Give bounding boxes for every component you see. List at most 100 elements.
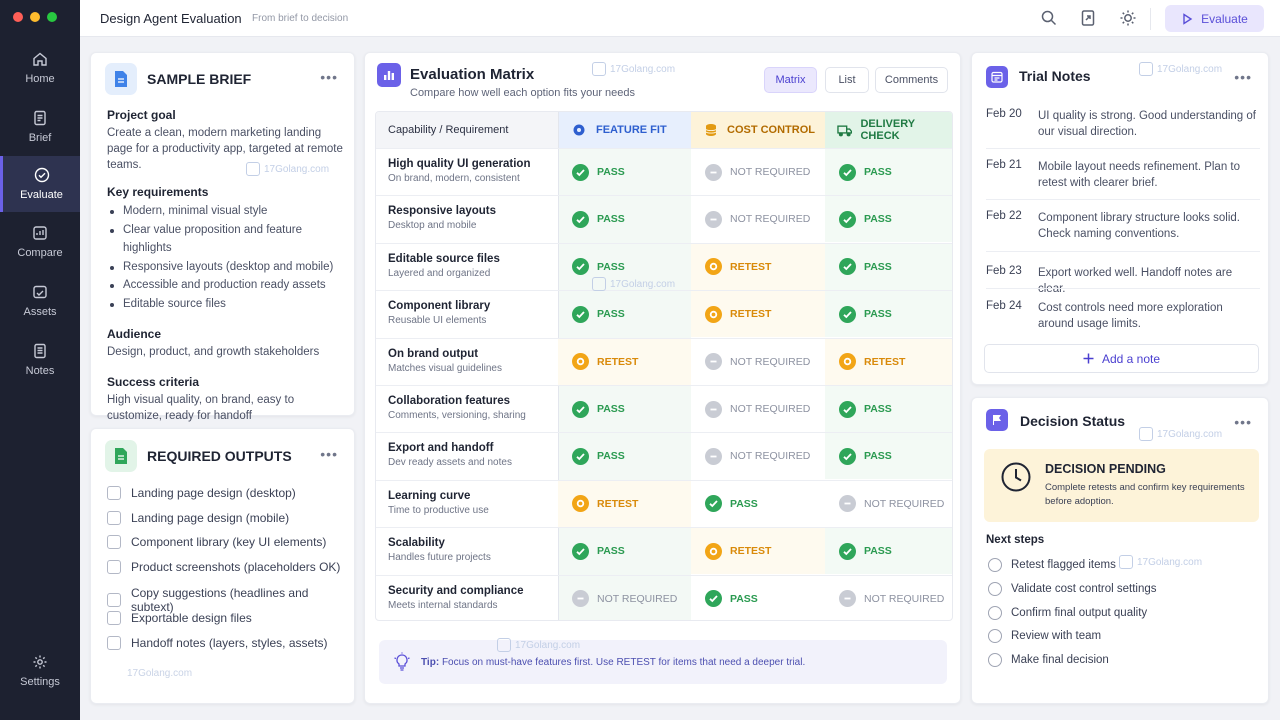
output-checkbox-item[interactable]: Component library (key UI elements) xyxy=(107,535,326,549)
requirement-subtitle: Time to productive use xyxy=(388,504,489,516)
checkbox[interactable] xyxy=(107,611,121,625)
sidebar-item-notes[interactable]: Notes xyxy=(0,332,80,388)
more-options-icon[interactable]: ••• xyxy=(1234,69,1252,85)
checkbox[interactable] xyxy=(107,593,121,607)
table-row: High quality UI generation On brand, mode… xyxy=(376,148,952,195)
requirement-subtitle: Layered and organized xyxy=(388,267,491,279)
checkbox[interactable] xyxy=(107,560,121,574)
table-row: On brand output Matches visual guidelines… xyxy=(376,337,952,385)
add-note-button[interactable]: Add a note xyxy=(984,344,1259,373)
next-steps-heading: Next steps xyxy=(986,534,1045,546)
export-icon[interactable] xyxy=(1079,9,1097,27)
status-cell[interactable]: RETEST xyxy=(558,480,691,527)
table-row: Component library Reusable UI elements PAS… xyxy=(376,290,952,338)
status-label: PASS xyxy=(864,213,892,226)
status-cell[interactable]: NOT REQUIRED xyxy=(691,196,825,242)
output-checkbox-item[interactable]: Product screenshots (placeholders OK) xyxy=(107,560,340,574)
output-checkbox-item[interactable]: Copy suggestions (headlines and subtext) xyxy=(107,586,354,614)
close-window-button[interactable] xyxy=(13,12,23,22)
evaluate-button[interactable]: Evaluate xyxy=(1165,5,1264,32)
tab-comments[interactable]: Comments xyxy=(875,67,948,93)
sidebar-item-compare[interactable]: Compare xyxy=(0,214,80,270)
sidebar: Home Brief Evaluate Compare Assets Notes… xyxy=(0,0,80,720)
radio-button[interactable] xyxy=(988,653,1002,667)
checkbox[interactable] xyxy=(107,535,121,549)
output-label: Handoff notes (layers, styles, assets) xyxy=(131,636,328,650)
sidebar-item-label: Evaluate xyxy=(20,189,63,201)
status-cell[interactable]: PASS xyxy=(825,243,952,290)
sidebar-item-brief[interactable]: Brief xyxy=(0,99,80,155)
minimize-window-button[interactable] xyxy=(30,12,40,22)
theme-toggle-icon[interactable] xyxy=(1119,9,1137,27)
tab-list[interactable]: List xyxy=(825,67,869,93)
gear-icon xyxy=(573,124,585,136)
requirement-title: On brand output xyxy=(388,347,479,360)
status-cell[interactable]: NOT REQUIRED xyxy=(691,149,825,195)
radio-button[interactable] xyxy=(988,558,1002,572)
status-cell[interactable]: PASS xyxy=(825,528,952,575)
more-options-icon[interactable]: ••• xyxy=(1234,414,1252,430)
checkbox[interactable] xyxy=(107,636,121,650)
step-label: Confirm final output quality xyxy=(1011,607,1148,619)
radio-button[interactable] xyxy=(988,629,1002,643)
output-checkbox-item[interactable]: Landing page design (desktop) xyxy=(107,486,296,500)
sidebar-item-home[interactable]: Home xyxy=(0,40,80,96)
next-step-item[interactable]: Review with team xyxy=(988,629,1101,643)
lightbulb-icon xyxy=(394,652,410,671)
status-cell[interactable]: NOT REQUIRED xyxy=(691,433,825,479)
next-step-item[interactable]: Validate cost control settings xyxy=(988,582,1157,596)
next-step-item[interactable]: Make final decision xyxy=(988,653,1109,667)
status-cell[interactable]: RETEST xyxy=(691,291,825,338)
status-cell[interactable]: RETEST xyxy=(558,338,691,385)
checkbox[interactable] xyxy=(107,486,121,500)
status-cell[interactable]: PASS xyxy=(558,528,691,574)
status-cell[interactable]: NOT REQUIRED xyxy=(825,576,952,620)
status-cell[interactable]: PASS xyxy=(558,149,691,195)
radio-button[interactable] xyxy=(988,582,1002,596)
status-cell[interactable]: RETEST xyxy=(825,338,952,385)
status-cell[interactable]: NOT REQUIRED xyxy=(558,576,691,620)
status-cell[interactable]: RETEST xyxy=(691,528,825,575)
sidebar-item-label: Notes xyxy=(25,365,55,377)
status-cell[interactable]: PASS xyxy=(558,291,691,337)
decision-title: Decision Status xyxy=(1020,413,1126,429)
status-cell[interactable]: NOT REQUIRED xyxy=(691,339,825,385)
status-cell[interactable]: PASS xyxy=(558,386,691,432)
status-cell[interactable]: PASS xyxy=(691,481,825,527)
more-options-icon[interactable]: ••• xyxy=(320,446,338,462)
output-checkbox-item[interactable]: Handoff notes (layers, styles, assets) xyxy=(107,636,328,650)
truck-icon xyxy=(837,124,853,136)
status-cell[interactable]: NOT REQUIRED xyxy=(825,481,952,527)
next-step-item[interactable]: Retest flagged items xyxy=(988,558,1116,572)
output-checkbox-item[interactable]: Exportable design files xyxy=(107,611,252,625)
output-checkbox-item[interactable]: Landing page design (mobile) xyxy=(107,511,289,525)
status-cell[interactable]: PASS xyxy=(825,291,952,338)
sidebar-item-evaluate[interactable]: Evaluate xyxy=(0,156,80,212)
tip-banner: Tip: Focus on must-have features first. … xyxy=(379,640,947,684)
note-text: UI quality is strong. Good understanding… xyxy=(1038,110,1256,138)
status-cell[interactable]: PASS xyxy=(691,576,825,620)
check-icon xyxy=(572,305,589,323)
status-cell[interactable]: RETEST xyxy=(691,243,825,290)
search-icon[interactable] xyxy=(1040,9,1058,27)
sample-brief-card: SAMPLE BRIEF ••• Project goal Create a c… xyxy=(90,52,355,422)
requirement-subtitle: Desktop and mobile xyxy=(388,220,477,232)
sidebar-item-settings[interactable]: Settings xyxy=(0,643,80,699)
checkbox[interactable] xyxy=(107,511,121,525)
more-options-icon[interactable]: ••• xyxy=(320,69,338,85)
status-label: PASS xyxy=(730,497,758,510)
maximize-window-button[interactable] xyxy=(47,12,57,22)
status-cell[interactable]: PASS xyxy=(825,196,952,243)
status-cell[interactable]: NOT REQUIRED xyxy=(691,386,825,432)
status-cell[interactable]: PASS xyxy=(825,386,952,432)
status-cell[interactable]: PASS xyxy=(558,433,691,479)
radio-button[interactable] xyxy=(988,606,1002,620)
next-step-item[interactable]: Confirm final output quality xyxy=(988,606,1147,620)
status-cell[interactable]: PASS xyxy=(825,149,952,195)
sidebar-item-assets[interactable]: Assets xyxy=(0,273,80,329)
status-cell[interactable]: PASS xyxy=(558,196,691,242)
status-cell[interactable]: PASS xyxy=(558,244,691,290)
status-cell[interactable]: PASS xyxy=(825,433,952,480)
retest-icon xyxy=(705,258,722,276)
tab-matrix[interactable]: Matrix xyxy=(764,67,817,93)
